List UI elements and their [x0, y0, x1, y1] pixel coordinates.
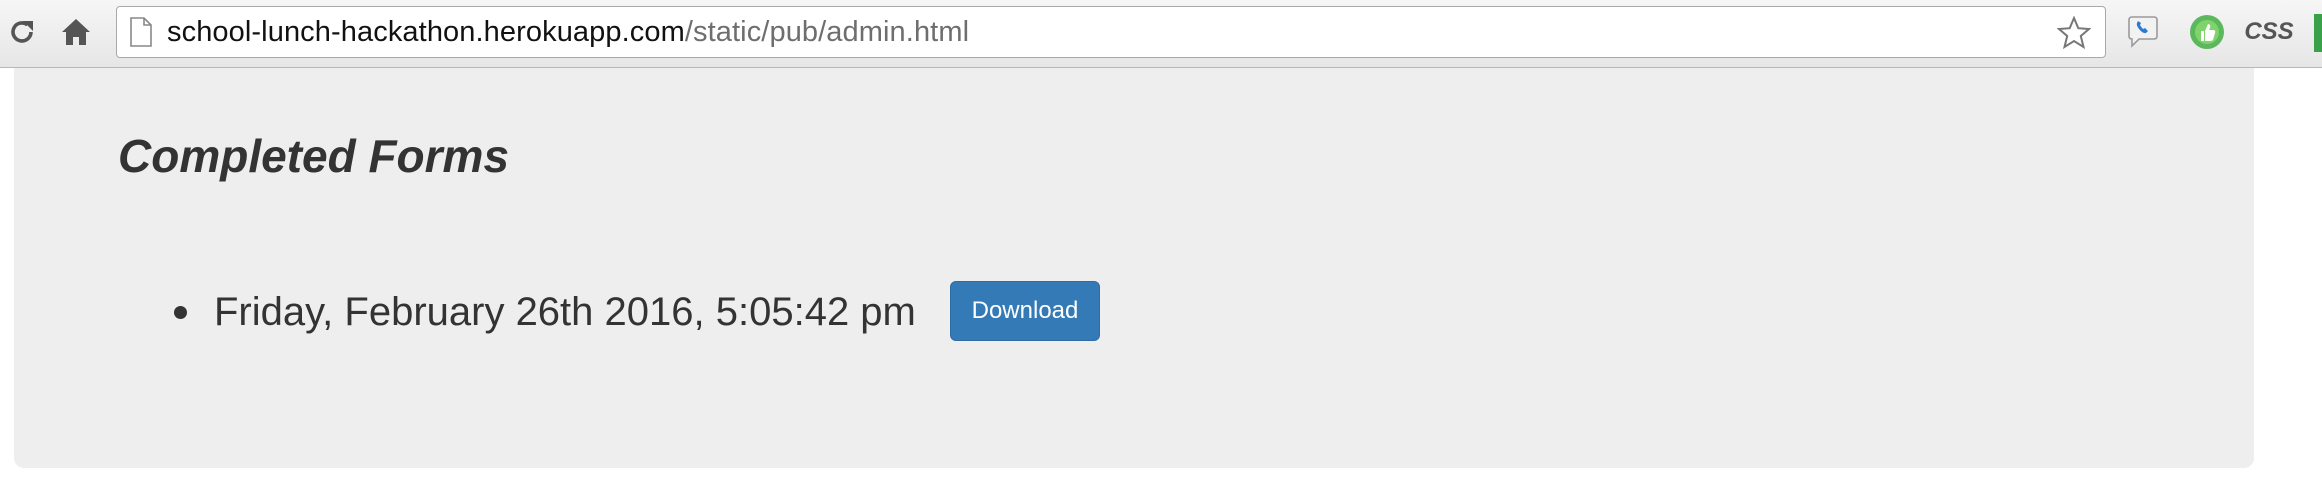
bookmark-star-icon[interactable]: [2057, 16, 2091, 50]
url-path: /static/pub/admin.html: [684, 16, 970, 48]
download-button[interactable]: Download: [950, 281, 1100, 341]
jumbotron: [14, 68, 2254, 468]
page-edge: [2312, 68, 2322, 498]
browser-toolbar: school-lunch-hackathon.herokuapp.com/sta…: [0, 0, 2322, 68]
completed-forms-list: Friday, February 26th 2016, 5:05:42 pm D…: [170, 280, 1130, 344]
url-text[interactable]: school-lunch-hackathon.herokuapp.com/sta…: [167, 7, 969, 57]
page-title: Completed Forms: [118, 130, 510, 182]
reload-icon[interactable]: [4, 12, 40, 52]
home-icon[interactable]: [58, 12, 94, 52]
phone-extension-icon[interactable]: [2122, 12, 2164, 52]
address-bar[interactable]: school-lunch-hackathon.herokuapp.com/sta…: [116, 6, 2106, 58]
list-item: Friday, February 26th 2016, 5:05:42 pm D…: [170, 280, 1130, 344]
page-icon: [130, 17, 152, 47]
extension-edge-icon[interactable]: [2314, 14, 2322, 52]
thumbs-up-extension-icon[interactable]: [2186, 12, 2228, 52]
url-host: school-lunch-hackathon.herokuapp.com: [167, 16, 685, 48]
form-timestamp: Friday, February 26th 2016, 5:05:42 pm: [214, 290, 916, 334]
bullet: [174, 306, 187, 319]
css-extension-icon[interactable]: CSS: [2244, 12, 2294, 52]
